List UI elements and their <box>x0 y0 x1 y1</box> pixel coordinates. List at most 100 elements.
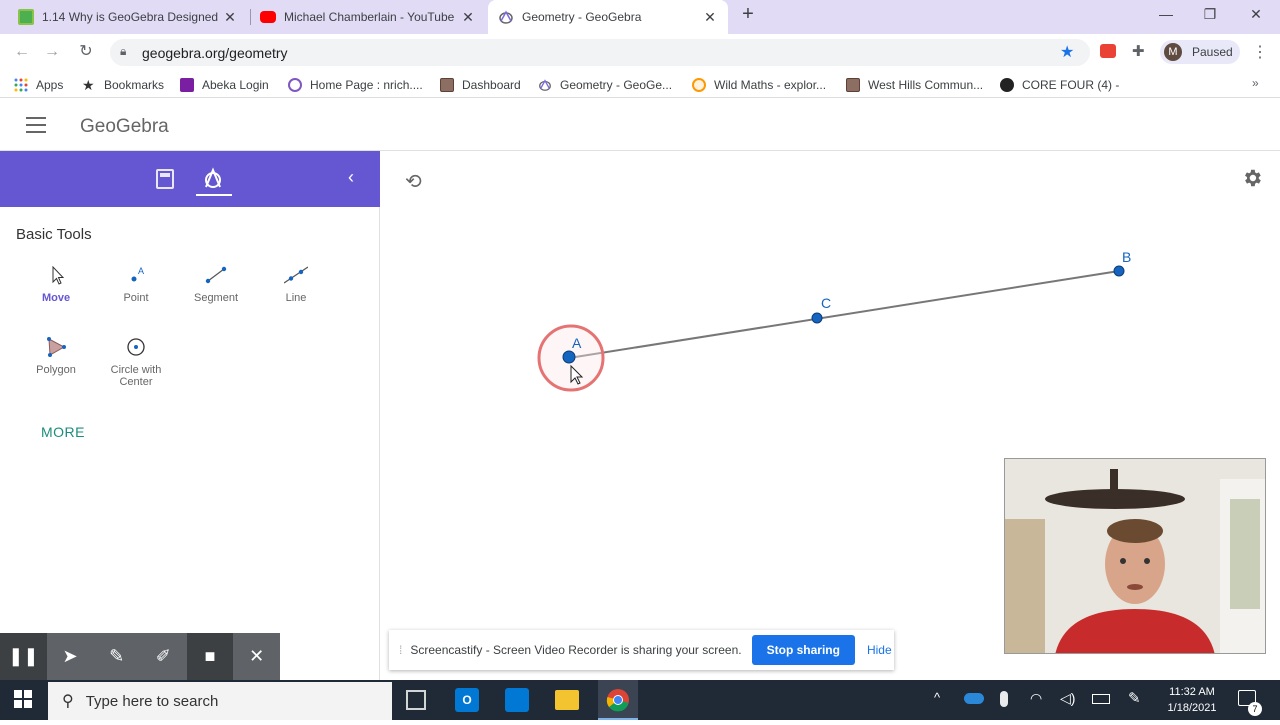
screen-share-notice: ⁞ Screencastify - Screen Video Recorder … <box>389 630 894 670</box>
line-through-a-b[interactable] <box>568 270 1120 359</box>
tool-label: Line <box>285 292 307 304</box>
close-icon[interactable]: ✕ <box>702 9 718 26</box>
new-tab-icon[interactable]: + <box>736 3 760 25</box>
hamburger-menu-icon[interactable] <box>26 117 46 133</box>
westhills-icon <box>846 78 860 92</box>
outlook-icon[interactable]: O <box>455 688 479 712</box>
tab-geogebra-classroom[interactable]: 1.14 Why is GeoGebra Designed ✕ <box>8 0 248 34</box>
more-tools-button[interactable]: MORE <box>41 424 85 440</box>
back-arrow-icon[interactable]: ← <box>10 40 34 64</box>
nrich-icon <box>288 78 302 92</box>
app-header <box>0 99 1280 151</box>
dashboard-icon <box>440 78 454 92</box>
taskbar-search-input[interactable]: ⚲ Type here to search <box>48 682 392 720</box>
search-icon: ⚲ <box>62 693 74 710</box>
tool-point[interactable]: A Point <box>101 264 171 304</box>
close-icon[interactable]: ✕ <box>460 9 476 26</box>
kebab-menu-icon[interactable]: ⋮ <box>1252 42 1268 62</box>
bookmark-abeka[interactable]: Abeka Login <box>180 77 269 93</box>
bookmark-star-icon[interactable]: ★ <box>1060 42 1074 62</box>
bookmark-core-four[interactable]: CORE FOUR (4) - <box>1000 77 1119 93</box>
chrome-icon <box>606 689 629 712</box>
geogebra-classroom-icon <box>18 9 34 25</box>
cursor-icon[interactable]: ➤ <box>47 633 94 680</box>
point-c-label: C <box>821 295 832 311</box>
pen-workspace-icon[interactable]: ✎ <box>1128 689 1141 707</box>
tab-geometry-geogebra[interactable]: Geometry - GeoGebra ✕ <box>488 0 728 34</box>
tool-segment[interactable]: Segment <box>181 264 251 304</box>
camera-icon[interactable]: ■ <box>186 633 234 680</box>
wildmaths-icon <box>692 78 706 92</box>
screencastify-extension-icon[interactable] <box>1100 44 1116 58</box>
abeka-icon <box>180 78 194 92</box>
bookmark-nrich[interactable]: Home Page : nrich.... <box>288 77 423 93</box>
tool-polygon[interactable]: Polygon <box>21 336 91 376</box>
close-icon[interactable]: ✕ <box>222 9 238 26</box>
tool-line[interactable]: Line <box>261 264 331 304</box>
tool-move[interactable]: Move <box>21 264 91 304</box>
tool-circle-with-center[interactable]: Circle with Center <box>101 336 171 388</box>
calculator-icon[interactable] <box>156 169 174 189</box>
geometry-tools-icon[interactable] <box>202 167 224 194</box>
restore-icon[interactable]: ❐ <box>1198 6 1222 26</box>
webcam-overlay[interactable] <box>1004 458 1266 654</box>
hide-button[interactable]: Hide <box>867 643 892 657</box>
chevron-up-icon[interactable]: ^ <box>934 690 940 705</box>
bookmark-bookmarks[interactable]: ★ Bookmarks <box>82 77 164 93</box>
point-b[interactable] <box>1113 265 1125 277</box>
drag-handle-icon[interactable]: ⁞ <box>399 643 402 657</box>
taskbar-clock[interactable]: 11:32 AM 1/18/2021 <box>1160 684 1224 716</box>
point-c[interactable] <box>811 312 823 324</box>
window-close-icon[interactable]: ✕ <box>1244 6 1268 26</box>
file-explorer-icon[interactable] <box>555 690 579 710</box>
task-view-icon[interactable] <box>406 690 426 710</box>
store-icon[interactable] <box>505 688 529 712</box>
onedrive-icon[interactable] <box>964 693 984 704</box>
windows-start-icon[interactable] <box>14 690 32 713</box>
bookmark-label: Dashboard <box>462 78 521 92</box>
point-a[interactable] <box>562 350 576 364</box>
bookmark-label: Abeka Login <box>202 78 269 92</box>
chevron-left-icon[interactable]: ‹ <box>348 167 354 188</box>
apps-grid-icon <box>14 78 28 92</box>
chrome-taskbar-button[interactable] <box>598 680 638 720</box>
microphone-icon[interactable] <box>1000 691 1008 707</box>
share-message: Screencastify - Screen Video Recorder is… <box>410 643 742 657</box>
bookmark-dashboard[interactable]: Dashboard <box>440 77 521 93</box>
bookmark-wild-maths[interactable]: Wild Maths - explor... <box>692 77 826 93</box>
volume-icon[interactable]: ◁) <box>1060 690 1075 707</box>
battery-icon[interactable] <box>1092 694 1110 704</box>
stop-sharing-button[interactable]: Stop sharing <box>751 635 855 665</box>
close-icon[interactable]: ✕ <box>233 633 280 680</box>
geogebra-logo[interactable]: GeoGebra <box>80 116 169 138</box>
bookmark-label: Apps <box>36 78 64 92</box>
bookmarks-overflow-icon[interactable]: » <box>1252 76 1259 90</box>
circle-center-tool-icon <box>124 336 148 358</box>
tool-label: Point <box>123 292 149 304</box>
extensions-puzzle-icon[interactable]: ✚ <box>1132 42 1145 60</box>
bookmark-west-hills[interactable]: West Hills Commun... <box>846 77 983 93</box>
profile-button[interactable]: M Paused <box>1160 40 1240 64</box>
highlighter-icon[interactable]: ✐ <box>140 633 187 680</box>
panel-header: ‹ <box>0 151 380 207</box>
pause-icon[interactable]: ❚❚ <box>0 633 47 680</box>
bookmark-label: Geometry - GeoGe... <box>560 78 673 92</box>
pen-icon[interactable]: ✎ <box>93 633 140 680</box>
point-tool-icon: A <box>124 264 148 286</box>
clock-date: 1/18/2021 <box>1167 702 1217 714</box>
minimize-icon[interactable]: — <box>1154 6 1178 26</box>
bookmark-geometry-geogebra[interactable]: Geometry - GeoGe... <box>538 77 672 93</box>
notification-count-badge: 7 <box>1248 702 1262 716</box>
forward-arrow-icon[interactable]: → <box>40 40 64 64</box>
bookmark-label: Bookmarks <box>104 78 165 92</box>
line-tool-icon <box>283 264 309 286</box>
webcam-presenter-image <box>1005 459 1265 653</box>
tab-youtube[interactable]: Michael Chamberlain - YouTube ✕ <box>250 0 486 34</box>
bookmark-label: Home Page : nrich.... <box>310 78 423 92</box>
bookmark-apps[interactable]: Apps <box>14 77 63 93</box>
url-text[interactable]: geogebra.org/geometry <box>142 45 288 61</box>
wifi-icon[interactable]: ◠ <box>1030 690 1042 707</box>
bookmark-label: CORE FOUR (4) - <box>1022 78 1120 92</box>
geogebra-icon <box>538 78 552 92</box>
reload-icon[interactable]: ↻ <box>74 40 98 64</box>
